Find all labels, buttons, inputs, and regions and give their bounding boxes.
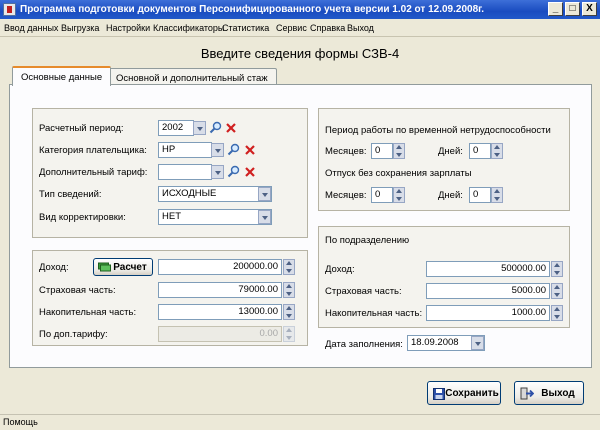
disability-months-input[interactable]: 0 <box>371 143 393 159</box>
extra-tariff-label: По доп.тарифу: <box>39 329 108 340</box>
tab-basic-data[interactable]: Основные данные <box>12 66 112 86</box>
money-icon <box>98 262 111 272</box>
unpaid-months-input[interactable]: 0 <box>371 187 393 203</box>
close-button[interactable]: X <box>582 2 597 16</box>
income-input[interactable]: 200000.00 <box>158 259 282 275</box>
exit-door-icon <box>520 387 534 400</box>
menu-service[interactable]: Сервис <box>276 23 307 33</box>
category-select[interactable]: НР <box>158 142 212 158</box>
window-title: Программа подготовки документов Персониф… <box>20 4 485 15</box>
chevron-down-icon[interactable] <box>471 336 484 350</box>
chevron-down-icon[interactable] <box>258 187 271 201</box>
menu-input-data[interactable]: Ввод данных <box>4 23 58 33</box>
income-label: Доход: <box>39 262 69 273</box>
division-income-label: Доход: <box>325 264 355 275</box>
division-title: По подразделению <box>325 235 410 246</box>
unpaid-days-spinner[interactable] <box>491 187 503 203</box>
chevron-down-icon[interactable] <box>258 210 271 224</box>
tariff-label: Дополнительный тариф: <box>39 167 148 178</box>
division-insurance-spinner[interactable] <box>551 283 563 299</box>
division-insurance-input[interactable]: 5000.00 <box>426 283 550 299</box>
menu-export[interactable]: Выгрузка <box>61 23 99 33</box>
unpaid-months-spinner[interactable] <box>393 187 405 203</box>
menu-bar: Ввод данных Выгрузка Настройки Классифик… <box>0 19 600 37</box>
income-spinner[interactable] <box>283 259 295 275</box>
correction-label: Вид корректировки: <box>39 212 126 223</box>
menu-help[interactable]: Справка <box>310 23 345 33</box>
correction-select[interactable]: НЕТ <box>158 209 272 225</box>
search-icon[interactable] <box>227 165 240 178</box>
extra-tariff-spinner <box>283 326 295 342</box>
chevron-down-icon[interactable] <box>211 143 224 157</box>
menu-settings[interactable]: Настройки <box>106 23 150 33</box>
calculate-button-label: Расчет <box>113 262 147 273</box>
exit-button-label: Выход <box>541 388 575 399</box>
division-funded-input[interactable]: 1000.00 <box>426 305 550 321</box>
extra-tariff-input: 0.00 <box>158 326 282 342</box>
unpaid-days-label: Дней: <box>438 190 463 201</box>
save-button-label: Сохранить <box>445 388 499 399</box>
status-help-text: Помощь <box>3 417 38 427</box>
division-funded-label: Накопительная часть: <box>325 308 423 319</box>
calculate-button[interactable]: Расчет <box>93 258 153 276</box>
tariff-select[interactable] <box>158 164 212 180</box>
unpaid-months-label: Месяцев: <box>325 190 367 201</box>
disability-months-spinner[interactable] <box>393 143 405 159</box>
delete-icon[interactable] <box>244 144 256 156</box>
menu-statistics[interactable]: Статистика <box>222 23 269 33</box>
delete-icon[interactable] <box>244 166 256 178</box>
category-label: Категория плательщика: <box>39 145 147 156</box>
period-select[interactable]: 2002 <box>158 120 194 136</box>
unpaid-leave-title: Отпуск без сохранения зарплаты <box>325 168 472 179</box>
period-label: Расчетный период: <box>39 123 124 134</box>
division-income-spinner[interactable] <box>551 261 563 277</box>
info-type-select[interactable]: ИСХОДНЫЕ <box>158 186 272 202</box>
minimize-button[interactable]: _ <box>548 2 563 16</box>
menu-classifiers[interactable]: Классификаторы <box>153 23 224 33</box>
status-bar: Помощь <box>0 414 600 430</box>
floppy-disk-icon <box>433 388 445 400</box>
disability-days-input[interactable]: 0 <box>469 143 491 159</box>
insurance-input[interactable]: 79000.00 <box>158 282 282 298</box>
disability-days-label: Дней: <box>438 146 463 157</box>
form-heading: Введите сведения формы СЗВ-4 <box>200 46 400 61</box>
title-bar[interactable]: Программа подготовки документов Персониф… <box>0 0 600 19</box>
delete-icon[interactable] <box>225 122 237 134</box>
fill-date-label: Дата заполнения: <box>325 339 403 350</box>
search-icon[interactable] <box>209 121 222 134</box>
save-button[interactable]: Сохранить <box>427 381 501 405</box>
funded-input[interactable]: 13000.00 <box>158 304 282 320</box>
insurance-spinner[interactable] <box>283 282 295 298</box>
funded-spinner[interactable] <box>283 304 295 320</box>
disability-title: Период работы по временной нетрудоспособ… <box>325 125 551 136</box>
division-insurance-label: Страховая часть: <box>325 286 402 297</box>
unpaid-days-input[interactable]: 0 <box>469 187 491 203</box>
info-type-label: Тип сведений: <box>39 189 102 200</box>
funded-label: Накопительная часть: <box>39 307 137 318</box>
disability-months-label: Месяцев: <box>325 146 367 157</box>
insurance-label: Страховая часть: <box>39 285 116 296</box>
search-icon[interactable] <box>227 143 240 156</box>
disability-days-spinner[interactable] <box>491 143 503 159</box>
division-funded-spinner[interactable] <box>551 305 563 321</box>
maximize-button[interactable]: □ <box>565 2 580 16</box>
menu-exit[interactable]: Выход <box>347 23 374 33</box>
chevron-down-icon[interactable] <box>193 121 206 135</box>
division-income-input[interactable]: 500000.00 <box>426 261 550 277</box>
chevron-down-icon[interactable] <box>211 165 224 179</box>
app-icon <box>3 3 16 16</box>
exit-button[interactable]: Выход <box>514 381 584 405</box>
